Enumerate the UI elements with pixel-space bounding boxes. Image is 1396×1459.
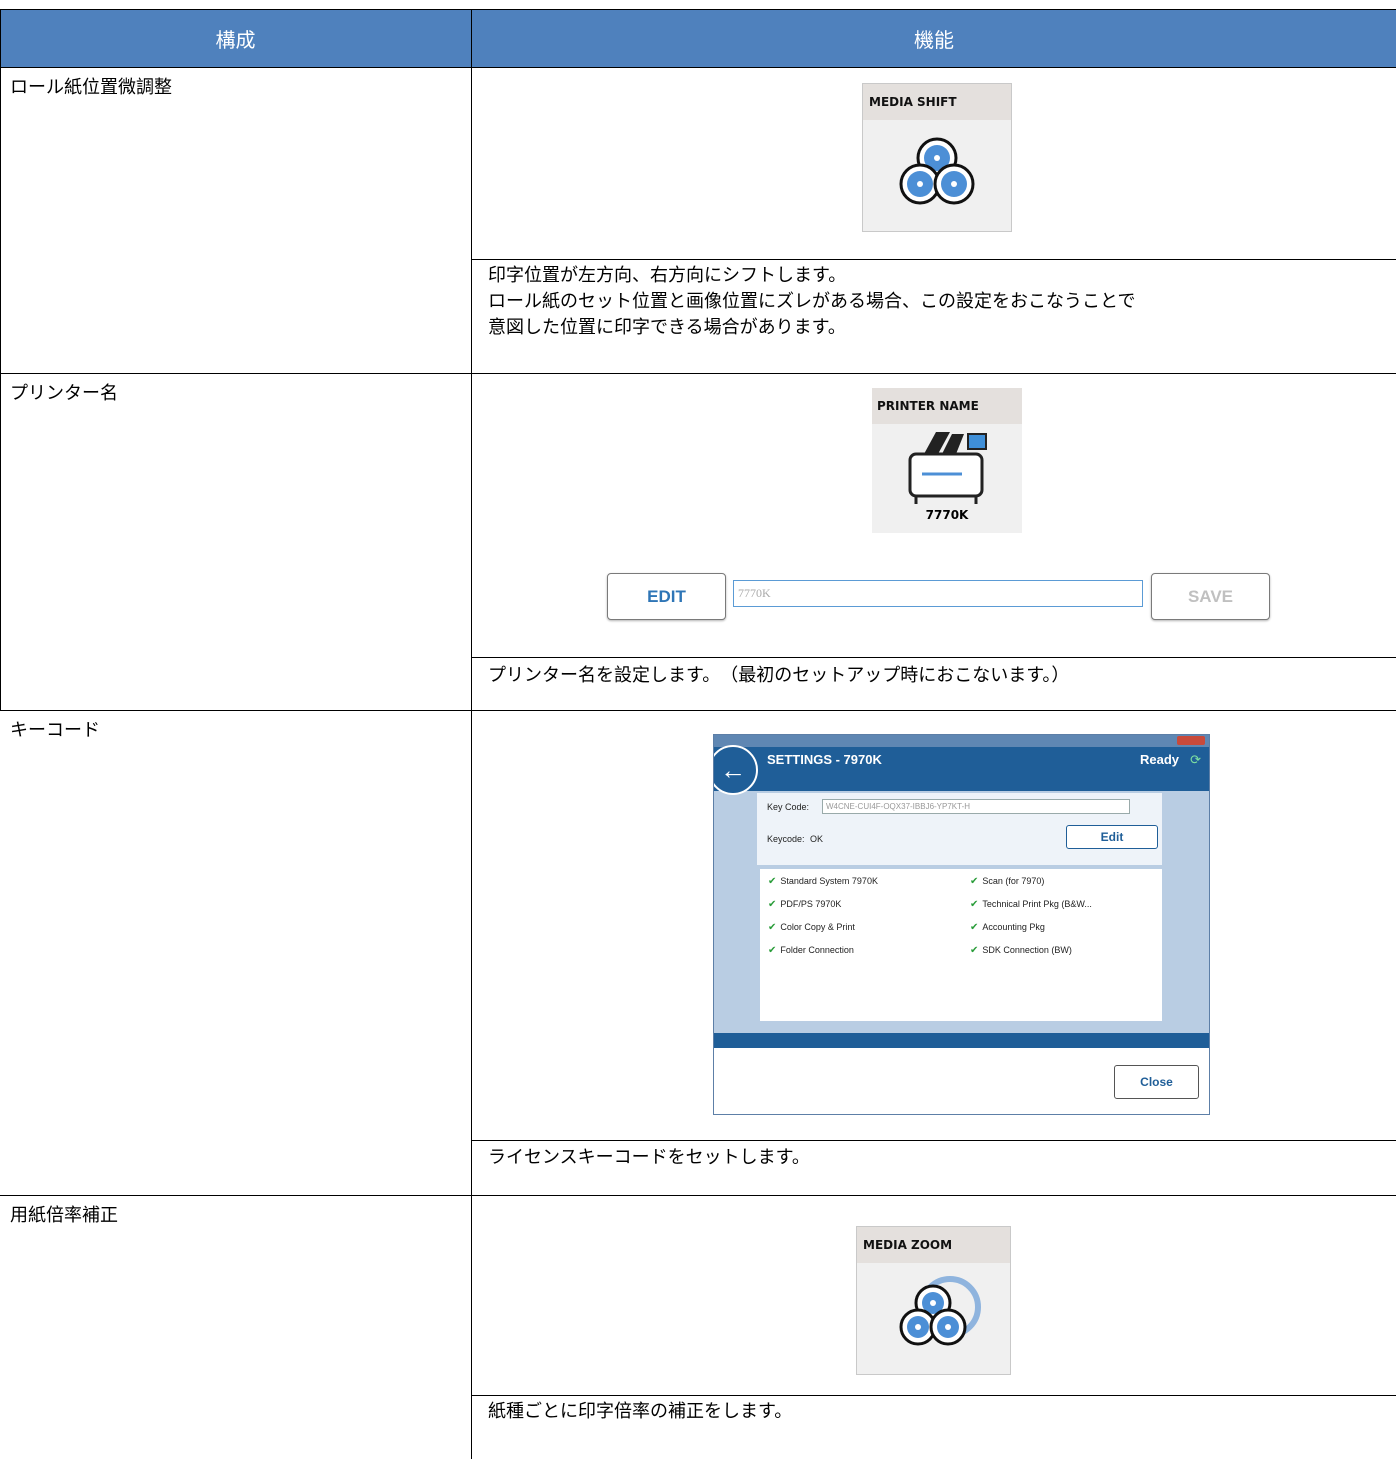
feature-item: ✔ PDF/PS 7970K <box>768 899 842 910</box>
printer-caption: 7770K <box>925 508 969 522</box>
row-divider <box>0 710 1396 711</box>
header-function: 機能 <box>472 10 1396 67</box>
row-divider <box>472 1395 1396 1396</box>
key-code-label: Key Code: <box>767 802 810 812</box>
row-desc-media-zoom: 紙種ごとに印字倍率の補正をします。 <box>488 1401 793 1422</box>
row-divider <box>472 1140 1396 1141</box>
table-border-top <box>0 9 1396 10</box>
settings-screenshot: ← SETTINGS - 7970K Ready ⟳ Key Code: W4C… <box>713 734 1210 1115</box>
printer-name-input[interactable]: 7770K <box>733 580 1143 607</box>
settings-footer-bar <box>714 1033 1209 1048</box>
feature-item: ✔ Standard System 7970K <box>768 876 878 887</box>
feature-item: ✔ SDK Connection (BW) <box>970 945 1072 956</box>
check-icon: ✔ <box>768 922 777 933</box>
row-label-printer-name: プリンター名 <box>10 383 118 404</box>
row-label-media-shift: ロール紙位置微調整 <box>10 77 172 98</box>
save-button[interactable]: SAVE <box>1151 573 1270 620</box>
feature-item: ✔ Scan (for 7970) <box>970 876 1045 887</box>
row-desc-printer-name: プリンター名を設定します。 （最初のセットアップ時におこないます。） <box>488 665 1070 686</box>
table-border-left <box>0 9 1 711</box>
row-label-media-zoom: 用紙倍率補正 <box>10 1205 118 1226</box>
row-divider <box>0 1195 1396 1196</box>
feature-item: ✔ Technical Print Pkg (B&W... <box>970 899 1092 910</box>
printer-name-tile[interactable]: PRINTER NAME 7770K <box>872 388 1022 533</box>
media-shift-tile[interactable]: MEDIA SHIFT <box>862 83 1012 232</box>
feature-item: ✔ Accounting Pkg <box>970 922 1045 933</box>
header-config: 構成 <box>0 10 471 67</box>
check-icon: ✔ <box>970 899 979 910</box>
row-desc-keycode: ライセンスキーコードをセットします。 <box>488 1147 810 1168</box>
tile-title: MEDIA ZOOM <box>857 1227 1010 1263</box>
key-code-input[interactable]: W4CNE-CUI4F-OQX37-IBBJ6-YP7KT-H <box>822 799 1130 814</box>
check-icon: ✔ <box>768 899 777 910</box>
row-divider <box>472 657 1396 658</box>
column-divider <box>471 9 472 1459</box>
check-icon: ✔ <box>970 876 979 887</box>
window-titlebar <box>714 735 1209 747</box>
media-zoom-tile[interactable]: MEDIA ZOOM <box>856 1226 1011 1375</box>
media-zoom-icon <box>899 1276 981 1346</box>
keycode-status-label: Keycode: <box>767 834 805 844</box>
feature-item: ✔ Color Copy & Print <box>768 922 855 933</box>
media-shift-icon <box>899 137 975 205</box>
window-close-icon[interactable] <box>1177 736 1205 745</box>
feature-item: ✔ Folder Connection <box>768 945 854 956</box>
function-table: 構成 機能 ロール紙位置微調整 MEDIA SHIFT 印字位置が左方向、右方向… <box>0 0 1396 1459</box>
check-icon: ✔ <box>768 945 777 956</box>
tile-title: PRINTER NAME <box>872 388 1022 424</box>
check-icon: ✔ <box>970 922 979 933</box>
row-divider <box>0 67 1396 68</box>
settings-title: SETTINGS - 7970K <box>767 752 882 767</box>
keycode-status-value: OK <box>810 834 824 844</box>
edit-button[interactable]: EDIT <box>607 573 726 620</box>
check-icon: ✔ <box>970 945 979 956</box>
keycode-edit-button[interactable]: Edit <box>1066 825 1158 849</box>
row-desc-media-shift: 印字位置が左方向、右方向にシフトします。 ロール紙のセット位置と画像位置にズレが… <box>488 265 1136 338</box>
ready-status-icon: ⟳ <box>1190 752 1201 767</box>
check-icon: ✔ <box>768 876 777 887</box>
row-divider <box>0 373 1396 374</box>
status-ready: Ready <box>1139 752 1179 767</box>
row-label-keycode: キーコード <box>10 720 100 741</box>
printer-icon <box>908 432 987 504</box>
close-button[interactable]: Close <box>1114 1065 1199 1099</box>
row-divider <box>472 259 1396 260</box>
tile-title: MEDIA SHIFT <box>863 84 1011 120</box>
